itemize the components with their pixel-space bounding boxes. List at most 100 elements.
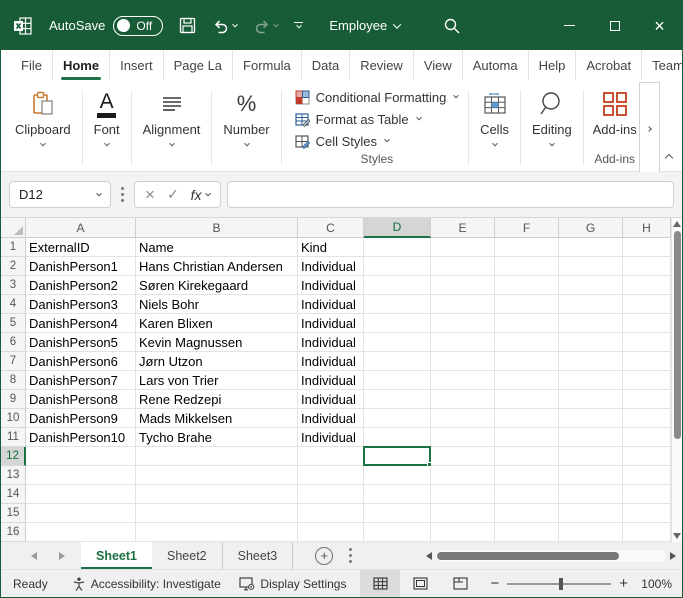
row-header-7[interactable]: 7 <box>1 352 26 371</box>
vertical-scrollbar[interactable] <box>671 218 682 542</box>
cell-C7[interactable]: Individual <box>298 352 364 371</box>
format-as-table-button[interactable]: Format as Table <box>295 108 459 130</box>
cell-A9[interactable]: DanishPerson8 <box>26 390 136 409</box>
cell-D9[interactable] <box>364 390 431 409</box>
ribbon-tab-team[interactable]: Team <box>642 50 683 80</box>
cell-F6[interactable] <box>495 333 559 352</box>
row-header-13[interactable]: 13 <box>1 466 26 485</box>
cell-A10[interactable]: DanishPerson9 <box>26 409 136 428</box>
row-header-5[interactable]: 5 <box>1 314 26 333</box>
cell-H16[interactable] <box>623 523 671 542</box>
row-header-15[interactable]: 15 <box>1 504 26 523</box>
cell-C5[interactable]: Individual <box>298 314 364 333</box>
cell-F15[interactable] <box>495 504 559 523</box>
cell-G8[interactable] <box>559 371 623 390</box>
cell-H10[interactable] <box>623 409 671 428</box>
cell-H15[interactable] <box>623 504 671 523</box>
row-header-16[interactable]: 16 <box>1 523 26 542</box>
display-settings-button[interactable]: Display Settings <box>239 577 346 591</box>
cell-A7[interactable]: DanishPerson6 <box>26 352 136 371</box>
cell-F14[interactable] <box>495 485 559 504</box>
cell-D12[interactable] <box>364 447 431 466</box>
save-button[interactable] <box>179 17 196 34</box>
cell-H7[interactable] <box>623 352 671 371</box>
cell-D11[interactable] <box>364 428 431 447</box>
cell-E9[interactable] <box>431 390 495 409</box>
new-sheet-button[interactable]: + <box>315 547 333 565</box>
cell-E6[interactable] <box>431 333 495 352</box>
select-all-corner[interactable] <box>1 218 26 238</box>
column-header-A[interactable]: A <box>26 218 136 238</box>
addins-icon[interactable] <box>602 86 628 122</box>
cell-B6[interactable]: Kevin Magnussen <box>136 333 298 352</box>
cell-H2[interactable] <box>623 257 671 276</box>
cell-G2[interactable] <box>559 257 623 276</box>
insert-function-button[interactable]: fx <box>191 187 210 203</box>
row-header-6[interactable]: 6 <box>1 333 26 352</box>
cell-C12[interactable] <box>298 447 364 466</box>
cell-H4[interactable] <box>623 295 671 314</box>
zoom-slider[interactable] <box>507 583 611 585</box>
cell-B4[interactable]: Niels Bohr <box>136 295 298 314</box>
next-sheet-icon[interactable] <box>59 552 65 560</box>
row-header-2[interactable]: 2 <box>1 257 26 276</box>
cell-F5[interactable] <box>495 314 559 333</box>
redo-dropdown-icon[interactable] <box>274 21 280 27</box>
cell-C16[interactable] <box>298 523 364 542</box>
cell-C3[interactable]: Individual <box>298 276 364 295</box>
cell-A6[interactable]: DanishPerson5 <box>26 333 136 352</box>
cell-E5[interactable] <box>431 314 495 333</box>
cell-B10[interactable]: Mads Mikkelsen <box>136 409 298 428</box>
cell-E4[interactable] <box>431 295 495 314</box>
addins-button-label[interactable]: Add-ins <box>593 122 637 137</box>
row-header-14[interactable]: 14 <box>1 485 26 504</box>
undo-button[interactable] <box>212 18 237 34</box>
cell-H12[interactable] <box>623 447 671 466</box>
zoom-level[interactable]: 100% <box>634 577 672 591</box>
row-header-10[interactable]: 10 <box>1 409 26 428</box>
column-header-D[interactable]: D <box>364 218 431 238</box>
number-group-button[interactable]: % Number <box>215 84 277 171</box>
cell-G6[interactable] <box>559 333 623 352</box>
cell-B16[interactable] <box>136 523 298 542</box>
cell-B9[interactable]: Rene Redzepi <box>136 390 298 409</box>
cell-H9[interactable] <box>623 390 671 409</box>
cell-F10[interactable] <box>495 409 559 428</box>
conditional-formatting-button[interactable]: Conditional Formatting <box>295 86 459 108</box>
cell-G5[interactable] <box>559 314 623 333</box>
scroll-right-icon[interactable] <box>670 552 676 560</box>
cell-G4[interactable] <box>559 295 623 314</box>
cell-D3[interactable] <box>364 276 431 295</box>
cell-G13[interactable] <box>559 466 623 485</box>
sheet-options-icon[interactable] <box>349 554 352 557</box>
cell-B11[interactable]: Tycho Brahe <box>136 428 298 447</box>
cell-A14[interactable] <box>26 485 136 504</box>
cell-D4[interactable] <box>364 295 431 314</box>
cell-F1[interactable] <box>495 238 559 257</box>
cell-G14[interactable] <box>559 485 623 504</box>
cell-A3[interactable]: DanishPerson2 <box>26 276 136 295</box>
zoom-slider-thumb[interactable] <box>559 578 563 590</box>
alignment-group-button[interactable]: Alignment <box>135 84 209 171</box>
formula-input[interactable] <box>227 181 674 208</box>
autosave-toggle[interactable]: Off <box>113 16 163 36</box>
cell-H14[interactable] <box>623 485 671 504</box>
column-header-G[interactable]: G <box>559 218 623 238</box>
ribbon-tab-home[interactable]: Home <box>53 50 110 80</box>
normal-view-button[interactable] <box>360 570 400 597</box>
customize-toolbar-button[interactable] <box>294 22 303 30</box>
ribbon-tab-help[interactable]: Help <box>529 50 577 80</box>
cell-G1[interactable] <box>559 238 623 257</box>
horizontal-scroll-track[interactable] <box>436 550 666 562</box>
cell-C10[interactable]: Individual <box>298 409 364 428</box>
prev-sheet-icon[interactable] <box>31 552 37 560</box>
cell-F13[interactable] <box>495 466 559 485</box>
cell-G7[interactable] <box>559 352 623 371</box>
cell-E10[interactable] <box>431 409 495 428</box>
cell-E3[interactable] <box>431 276 495 295</box>
ribbon-tab-insert[interactable]: Insert <box>110 50 164 80</box>
cell-A16[interactable] <box>26 523 136 542</box>
cell-G15[interactable] <box>559 504 623 523</box>
scroll-down-icon[interactable] <box>673 533 681 539</box>
cell-D6[interactable] <box>364 333 431 352</box>
